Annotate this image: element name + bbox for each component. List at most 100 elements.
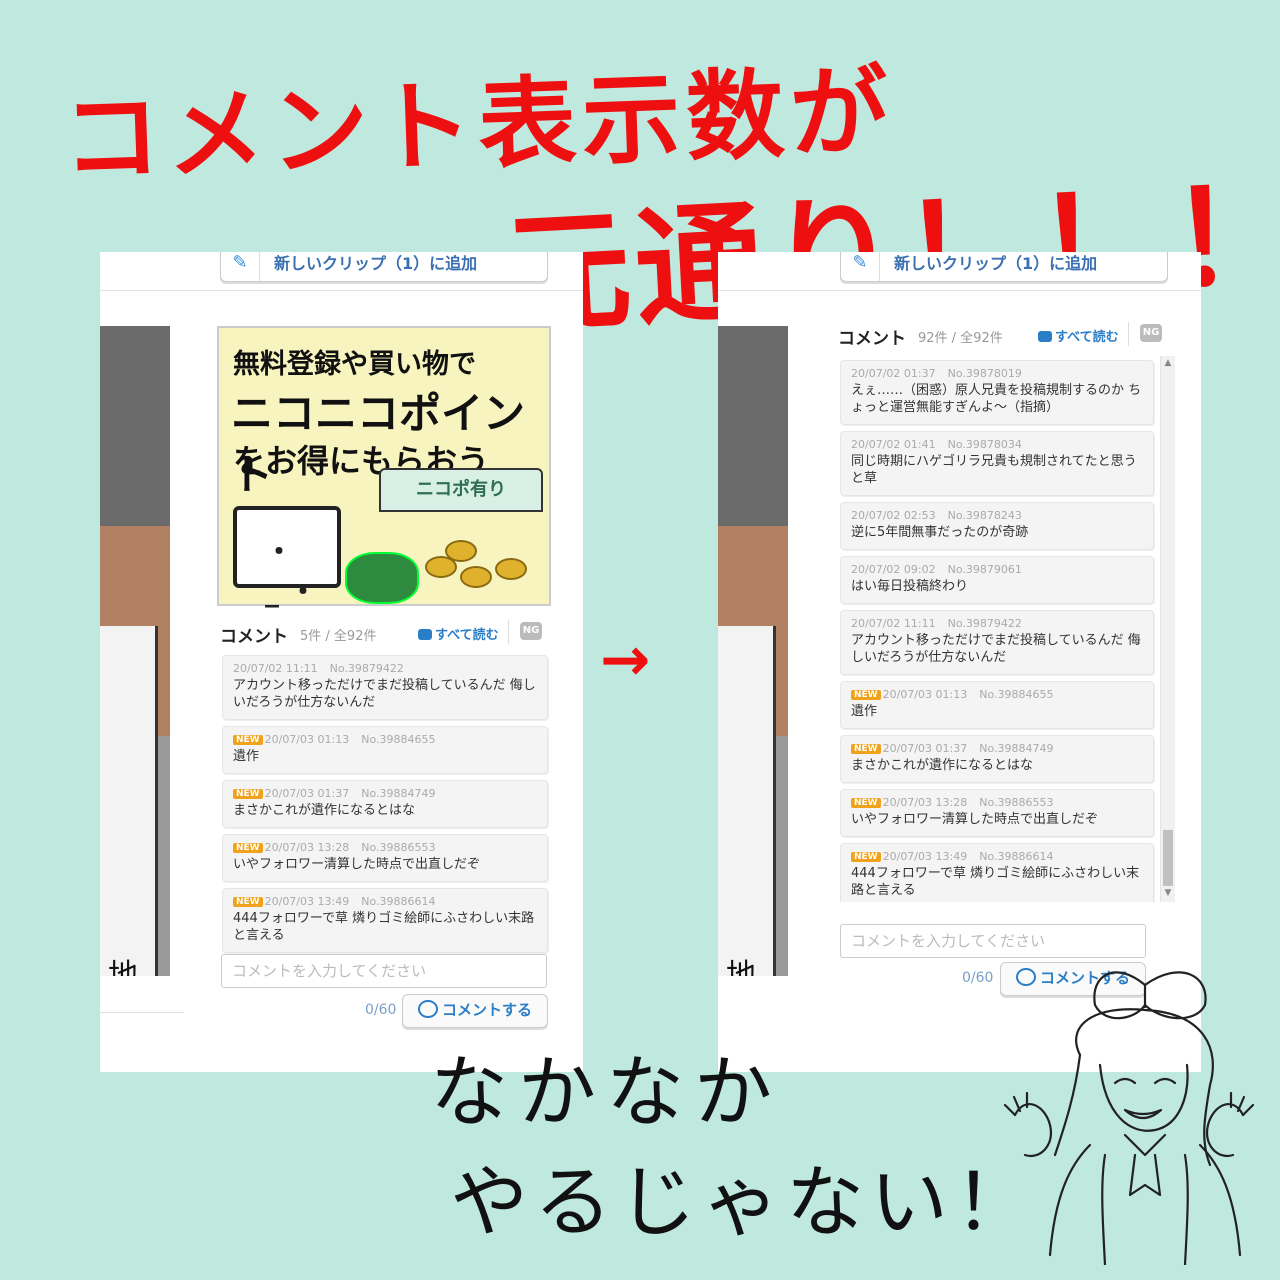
comment-count: 92件 <box>918 331 948 346</box>
comment-item: NEW 20/07/03 13:49 No.39886614 444フォロワーで草 燐… <box>840 843 1154 902</box>
comment-scrollbar[interactable]: ▲ ▼ <box>1160 356 1175 902</box>
comment-number: No.39884655 <box>979 688 1054 701</box>
comment-input[interactable]: コメントを入力してください <box>221 954 547 988</box>
comment-icon <box>417 1000 438 1018</box>
character-illustration <box>1003 971 1255 1265</box>
ng-button[interactable]: NG <box>520 622 542 640</box>
comment-input[interactable]: コメントを入力してください <box>840 924 1146 958</box>
comment-number: No.39879422 <box>329 662 404 675</box>
comment-text: アカウント移っただけでまだ投稿しているんだ 侮しいだろうが仕方ないんだ <box>851 633 1141 665</box>
comment-item: NEW 20/07/03 13:28 No.39886553 いやフォロワー清算した時… <box>840 789 1154 837</box>
comment-list: 20/07/02 11:11 No.39879422 アカウント移っただけでまだ投稿… <box>222 655 548 959</box>
ad-stall: ニコポ有り <box>379 468 543 512</box>
comment-date: 20/07/02 11:11 <box>233 662 318 675</box>
new-badge: NEW <box>233 897 263 907</box>
left-screenshot-panel: ✎ 新しいクリップ（1）に追加 地獄のそこで 無料登録や買い物で ニコニコポイン… <box>100 252 583 1072</box>
submit-label: コメントする <box>441 1001 532 1019</box>
comment-date: 20/07/03 13:28 <box>264 841 350 854</box>
comment-item: NEW 20/07/03 01:37 No.39884749 まさかこれが遺作になると… <box>840 735 1154 783</box>
header-divider <box>718 290 1201 291</box>
comment-date: 20/07/02 09:02 <box>851 563 936 576</box>
comment-number: No.39879061 <box>947 563 1022 576</box>
comment-text: 444フォロワーで草 燐りゴミ絵師にふさわしい末路と言える <box>851 866 1140 898</box>
comment-meta: NEW 20/07/03 13:28 No.39886553 <box>851 796 1143 809</box>
comment-item: 20/07/02 11:11 No.39879422 アカウント移っただけでまだ投稿… <box>222 655 548 720</box>
comment-text: まさかこれが遺作になるとはな <box>851 758 1034 773</box>
comment-number: No.39878243 <box>947 509 1022 522</box>
comment-scroll-area[interactable]: 20/07/02 01:37 No.39878019 えぇ……（困惑）原人兄貴を投稿… <box>840 356 1160 902</box>
comment-text: はい毎日投稿終わり <box>851 579 969 594</box>
ad-banner[interactable]: 無料登録や買い物で ニコニコポイント をお得にもらおう ・_・ ニコポ有り <box>217 326 551 608</box>
header-divider <box>100 290 583 291</box>
char-counter: 0/60 <box>365 1002 397 1018</box>
manga-text: 地獄のそこで <box>726 958 756 976</box>
new-badge: NEW <box>233 789 263 799</box>
scroll-down-icon[interactable]: ▼ <box>1161 888 1175 900</box>
comment-number: No.39886614 <box>979 850 1054 863</box>
ng-button[interactable]: NG <box>1140 324 1162 342</box>
new-badge: NEW <box>851 852 881 862</box>
comment-header: コメント 92件 / 全92件 すべて読む NG <box>718 322 1201 352</box>
comment-date: 20/07/02 01:41 <box>851 438 936 451</box>
comment-meta: 20/07/02 01:37 No.39878019 <box>851 367 1143 380</box>
clip-icon: ✎ <box>841 252 880 281</box>
comment-number: No.39884655 <box>361 733 436 746</box>
comment-date: 20/07/03 13:28 <box>882 796 968 809</box>
comment-number: No.39886553 <box>979 796 1054 809</box>
comment-number: No.39884749 <box>361 787 436 800</box>
comment-date: 20/07/03 01:13 <box>264 733 350 746</box>
comment-number: No.39879422 <box>947 617 1022 630</box>
bottom-text-line1: なかなか <box>430 1048 783 1138</box>
comment-meta: NEW 20/07/03 01:37 No.39884749 <box>233 787 537 800</box>
scrollbar-thumb[interactable] <box>1163 830 1173 886</box>
comment-total: / 全92件 <box>321 629 377 644</box>
comment-text: いやフォロワー清算した時点で出直しだぞ <box>851 812 1099 827</box>
comment-item: 20/07/02 01:37 No.39878019 えぇ……（困惑）原人兄貴を投稿… <box>840 360 1154 425</box>
comment-text: 遺作 <box>233 749 260 764</box>
bottom-text-line2: やるじゃない！ <box>450 1158 1039 1248</box>
comment-item: 20/07/02 09:02 No.39879061 はい毎日投稿終わり <box>840 556 1154 604</box>
comment-number: No.39884749 <box>979 742 1054 755</box>
right-arrow-icon: → <box>600 625 651 695</box>
comment-meta: NEW 20/07/03 13:28 No.39886553 <box>233 841 537 854</box>
comment-item: NEW 20/07/03 13:28 No.39886553 いやフォロワー清算した時… <box>222 834 548 882</box>
read-all-link[interactable]: すべて読む <box>1038 326 1119 345</box>
comment-date: 20/07/03 13:49 <box>882 850 968 863</box>
comment-item: 20/07/02 11:11 No.39879422 アカウント移っただけでまだ投稿… <box>840 610 1154 675</box>
scroll-up-icon[interactable]: ▲ <box>1161 358 1175 370</box>
comment-date: 20/07/03 01:37 <box>882 742 968 755</box>
comment-number: No.39878034 <box>947 438 1022 451</box>
comment-date: 20/07/03 01:37 <box>264 787 350 800</box>
comment-count: 5件 <box>300 629 322 644</box>
comment-submit-button[interactable]: コメントする <box>402 994 548 1028</box>
new-badge: NEW <box>851 798 881 808</box>
comment-item: 20/07/02 02:53 No.39878243 逆に5年間無事だったのが奇跡 <box>840 502 1154 550</box>
comment-meta: NEW 20/07/03 01:13 No.39884655 <box>233 733 537 746</box>
clip-icon: ✎ <box>221 252 260 281</box>
comment-text: 遺作 <box>851 704 878 719</box>
comment-item: 20/07/02 01:41 No.39878034 同じ時期にハゲゴリラ兄貴も規制… <box>840 431 1154 496</box>
read-all-label: すべて読む <box>435 628 499 643</box>
comment-meta: NEW 20/07/03 13:49 No.39886614 <box>851 850 1143 863</box>
comment-meta: 20/07/02 11:11 No.39879422 <box>233 662 537 675</box>
read-all-link[interactable]: すべて読む <box>418 624 499 643</box>
speech-bubble-icon <box>418 629 432 640</box>
comment-label: コメント <box>220 627 288 647</box>
comment-text: 逆に5年間無事だったのが奇跡 <box>851 525 1029 540</box>
new-badge: NEW <box>233 735 263 745</box>
comment-item: NEW 20/07/03 13:49 No.39886614 444フォロワーで草 燐… <box>222 888 548 953</box>
char-counter: 0/60 <box>962 970 994 986</box>
read-all-label: すべて読む <box>1055 330 1119 345</box>
comment-number: No.39878019 <box>947 367 1022 380</box>
comment-date: 20/07/02 01:37 <box>851 367 936 380</box>
add-clip-button[interactable]: ✎ 新しいクリップ（1）に追加 <box>840 252 1168 282</box>
comment-date: 20/07/03 01:13 <box>882 688 968 701</box>
speech-bubble-icon <box>1038 331 1052 342</box>
manga-text: 地獄のそこで <box>108 958 138 976</box>
comment-text: まさかこれが遺作になるとはな <box>233 803 416 818</box>
comment-meta: 20/07/02 09:02 No.39879061 <box>851 563 1143 576</box>
tv-mascot-icon: ・_・ <box>233 506 341 608</box>
comment-header: コメント 5件 / 全92件 すべて読む NG <box>100 620 583 650</box>
comment-number: No.39886614 <box>361 895 436 908</box>
add-clip-button[interactable]: ✎ 新しいクリップ（1）に追加 <box>220 252 548 282</box>
